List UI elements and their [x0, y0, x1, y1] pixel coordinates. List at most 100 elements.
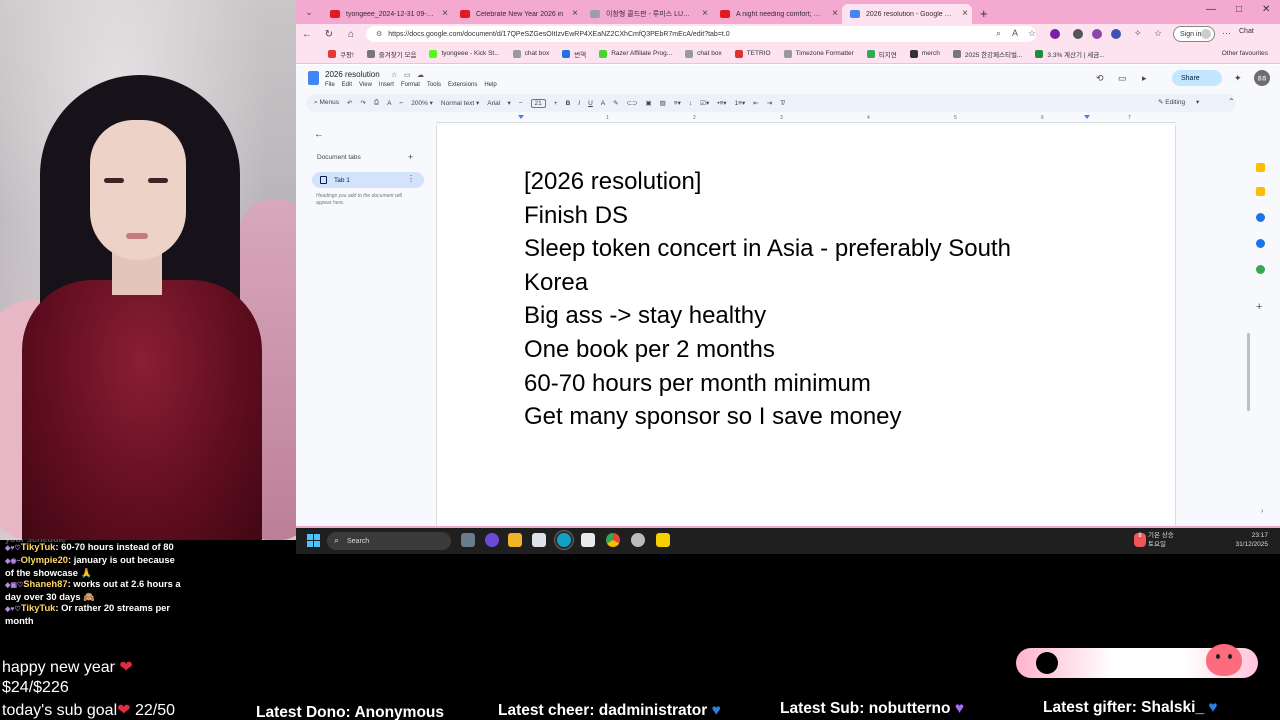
- add-on-plus-icon[interactable]: +: [1256, 301, 1262, 313]
- chrome-icon[interactable]: [606, 533, 620, 547]
- document-body[interactable]: [2026 resolution] Finish DS Sleep token …: [524, 165, 1011, 434]
- bookmark-item[interactable]: 쿠팡!: [328, 49, 354, 59]
- reload-icon[interactable]: ↻: [318, 29, 340, 40]
- right-indent-marker[interactable]: [1084, 115, 1090, 119]
- taskbar-search[interactable]: ⌕ Search: [327, 532, 451, 550]
- underline-icon[interactable]: U: [588, 100, 593, 107]
- close-outline-icon[interactable]: ←: [314, 129, 324, 140]
- collapse-toolbar-icon[interactable]: ⌃: [1228, 97, 1235, 106]
- history-icon[interactable]: ⟲: [1096, 73, 1104, 84]
- cloud-status-icon[interactable]: ☁: [417, 71, 424, 79]
- bookmark-item[interactable]: TETRIO: [734, 49, 771, 58]
- widgets-icon[interactable]: [485, 533, 499, 547]
- extension-icon[interactable]: [1111, 29, 1121, 39]
- print-icon[interactable]: ⎙: [374, 99, 379, 107]
- left-indent-marker[interactable]: [518, 115, 524, 119]
- tab-google-docs[interactable]: 2026 resolution - Google Docs ×: [842, 4, 972, 24]
- line-spacing-icon[interactable]: ↕: [689, 100, 692, 107]
- file-explorer-icon[interactable]: [508, 533, 522, 547]
- extension-icon[interactable]: [1092, 29, 1102, 39]
- edge-icon[interactable]: [557, 533, 571, 547]
- highlight-icon[interactable]: ✎: [613, 99, 618, 107]
- menus-search[interactable]: ⌕ Menus: [314, 99, 339, 107]
- menu-view[interactable]: View: [359, 82, 372, 88]
- tasks-icon[interactable]: [1256, 213, 1265, 222]
- search-icon[interactable]: ⌕: [996, 28, 1001, 39]
- menu-file[interactable]: File: [325, 82, 335, 88]
- calendar-icon[interactable]: [1256, 187, 1265, 196]
- document-tab-1[interactable]: Tab 1 ⋮: [312, 172, 424, 188]
- url-input[interactable]: ⚙ https://docs.google.com/document/d/17Q…: [366, 26, 1036, 42]
- docs-logo-icon[interactable]: [308, 71, 319, 85]
- add-tab-button[interactable]: +: [408, 152, 413, 162]
- undo-icon[interactable]: ↶: [347, 99, 352, 107]
- more-menu-icon[interactable]: ⋯: [1222, 28, 1231, 39]
- menu-help[interactable]: Help: [484, 82, 496, 88]
- tab-search-icon[interactable]: ⌄: [300, 4, 318, 20]
- store-icon[interactable]: [532, 533, 546, 547]
- kakaotalk-icon[interactable]: [656, 533, 670, 547]
- bookmark-item[interactable]: 티지연: [866, 49, 897, 59]
- close-window-icon[interactable]: ✕: [1262, 4, 1270, 15]
- style-select[interactable]: Normal text ▾: [441, 99, 479, 107]
- share-button[interactable]: Share: [1172, 70, 1222, 86]
- align-icon[interactable]: ≡▾: [674, 99, 681, 107]
- bulleted-list-icon[interactable]: •≡▾: [717, 99, 726, 107]
- extension-icon[interactable]: [1050, 29, 1060, 39]
- site-info-icon[interactable]: ⚙: [376, 30, 382, 38]
- paint-format-icon[interactable]: ⌐: [399, 100, 403, 107]
- indent-decrease-icon[interactable]: ⇤: [753, 99, 758, 107]
- italic-icon[interactable]: I: [578, 100, 580, 107]
- zoom-select[interactable]: 200% ▾: [411, 99, 433, 107]
- tab-youtube-4[interactable]: A night needing comfort; warm ja ×: [712, 4, 842, 24]
- bookmark-item[interactable]: Razer Affiliate Prog...: [599, 49, 672, 58]
- bookmark-item[interactable]: 3.3% 계산기 | 세금...: [1035, 49, 1105, 59]
- maps-icon[interactable]: [1256, 265, 1265, 274]
- text-color-icon[interactable]: A: [601, 100, 605, 107]
- home-icon[interactable]: ⌂: [340, 29, 362, 40]
- obs-icon[interactable]: [631, 533, 645, 547]
- bookmark-item[interactable]: Timezone Formatter: [783, 49, 854, 58]
- document-page[interactable]: [2026 resolution] Finish DS Sleep token …: [436, 125, 1176, 528]
- font-select[interactable]: Arial ▾: [487, 99, 511, 107]
- bookmark-item[interactable]: chat box: [685, 49, 722, 58]
- read-aloud-icon[interactable]: A: [1012, 28, 1018, 38]
- copilot-chat-button[interactable]: Chat: [1239, 28, 1254, 35]
- weather-icon[interactable]: 8: [1134, 533, 1146, 547]
- numbered-list-icon[interactable]: 1≡▾: [735, 99, 746, 107]
- bookmark-item[interactable]: merch: [909, 49, 940, 58]
- favorites-icon[interactable]: ☆: [1154, 28, 1162, 39]
- maximize-icon[interactable]: □: [1236, 4, 1242, 15]
- tab-youtube-1[interactable]: tyongeee_2024-12-31 09-00-002 ×: [322, 4, 452, 24]
- close-icon[interactable]: ×: [572, 8, 578, 19]
- extension-icon[interactable]: [1073, 29, 1083, 39]
- gemini-icon[interactable]: ✦: [1234, 73, 1242, 84]
- star-icon[interactable]: ☆: [391, 71, 397, 79]
- system-clock[interactable]: 23:17 31/12/2025: [1235, 531, 1268, 549]
- menu-extensions[interactable]: Extensions: [448, 82, 477, 88]
- minimize-icon[interactable]: —: [1206, 4, 1216, 15]
- comment-icon[interactable]: ▭: [1118, 73, 1127, 84]
- new-tab-button[interactable]: +: [980, 6, 988, 21]
- close-icon[interactable]: ×: [962, 8, 968, 19]
- font-decrease-icon[interactable]: −: [519, 100, 523, 107]
- scroll-right-icon[interactable]: ›: [1261, 508, 1263, 515]
- sign-in-button[interactable]: Sign in: [1173, 26, 1215, 42]
- clear-formatting-icon[interactable]: T̸: [780, 100, 784, 107]
- task-view-icon[interactable]: [461, 533, 475, 547]
- bookmark-item[interactable]: chat box: [512, 49, 549, 58]
- back-icon[interactable]: ←: [296, 29, 318, 40]
- meet-icon[interactable]: ▸: [1142, 73, 1147, 84]
- menu-insert[interactable]: Insert: [379, 82, 394, 88]
- move-folder-icon[interactable]: ▭: [404, 71, 411, 79]
- font-size-input[interactable]: 21: [530, 98, 546, 108]
- menu-format[interactable]: Format: [401, 82, 420, 88]
- vertical-scrollbar[interactable]: [1247, 333, 1250, 411]
- link-icon[interactable]: ⊂⊃: [627, 99, 638, 107]
- editing-mode-select[interactable]: ✎ Editing ▾: [1158, 98, 1199, 106]
- extensions-puzzle-icon[interactable]: ✧: [1134, 28, 1142, 39]
- close-icon[interactable]: ×: [442, 8, 448, 19]
- other-favourites[interactable]: Other favourites: [1222, 50, 1268, 57]
- close-icon[interactable]: ×: [832, 8, 838, 19]
- font-increase-icon[interactable]: +: [554, 100, 558, 107]
